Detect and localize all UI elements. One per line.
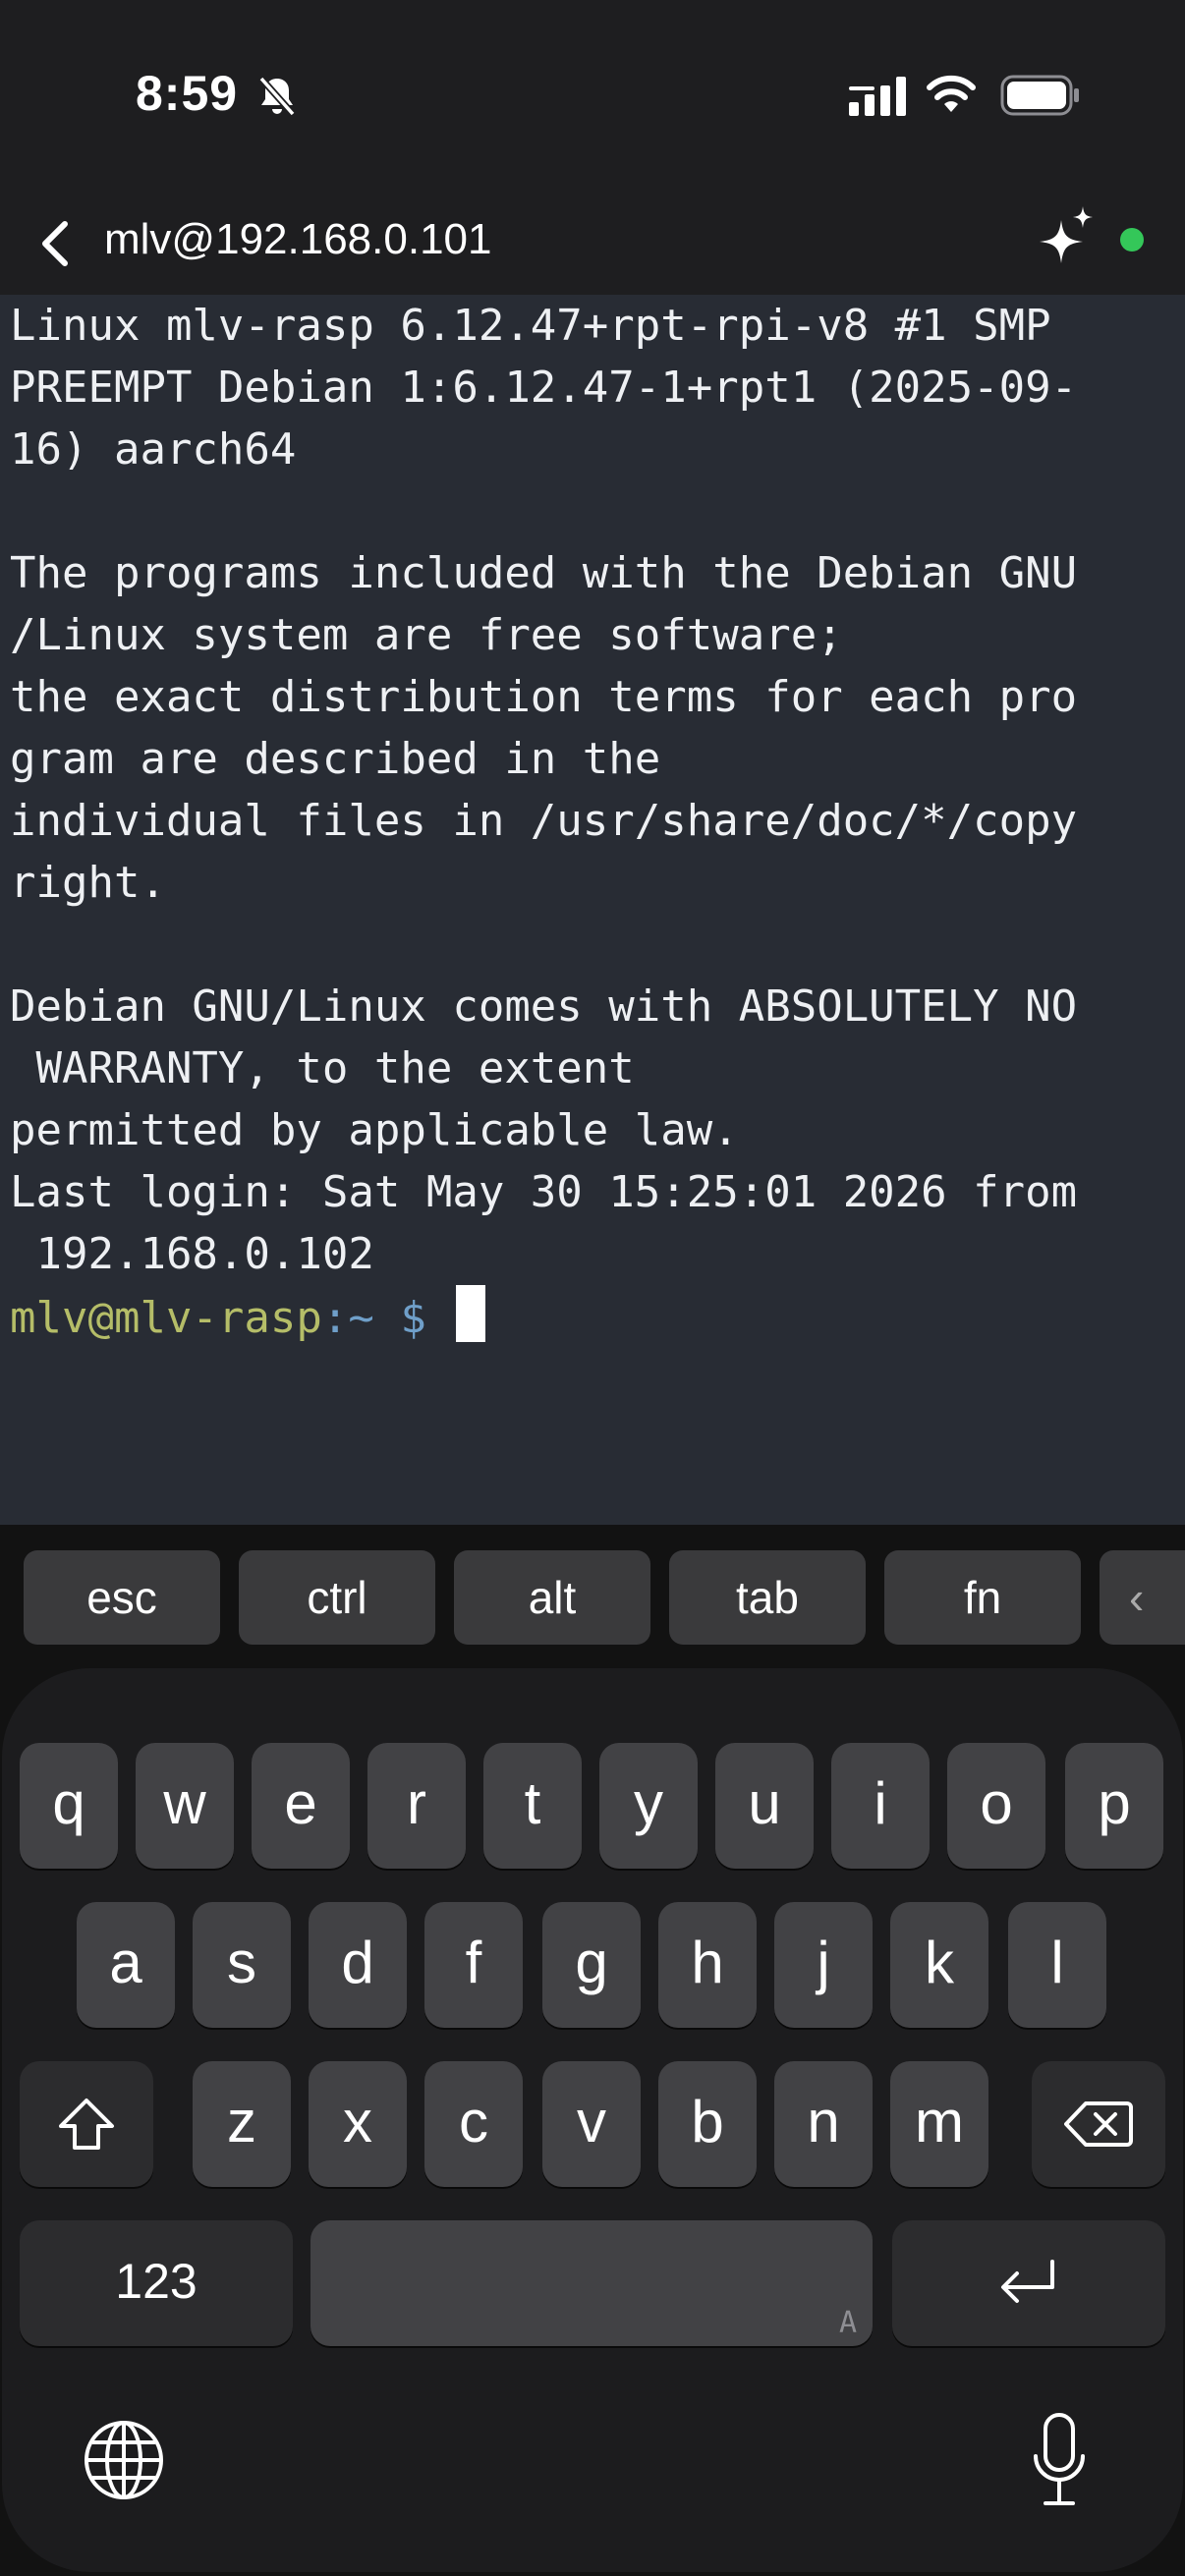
- cellular-signal-icon: [849, 77, 906, 116]
- tab-key[interactable]: tab: [669, 1550, 866, 1645]
- key-e[interactable]: e: [252, 1743, 350, 1869]
- arrow-key[interactable]: ‹: [1100, 1550, 1185, 1645]
- chevron-left-icon[interactable]: [35, 216, 75, 271]
- ctrl-key[interactable]: ctrl: [239, 1550, 435, 1645]
- key-o[interactable]: o: [947, 1743, 1045, 1869]
- status-bar: 8:59: [0, 0, 1185, 196]
- terminal-cursor: [456, 1285, 486, 1342]
- terminal-line: the exact distribution terms for each pr…: [10, 672, 1078, 722]
- shift-icon: [59, 2099, 114, 2150]
- alt-key[interactable]: alt: [454, 1550, 650, 1645]
- key-j[interactable]: j: [774, 1902, 873, 2028]
- terminal-line: individual files in /usr/share/doc/*/cop…: [10, 796, 1078, 846]
- terminal-line: Linux mlv-rasp 6.12.47+rpt-rpi-v8 #1 SMP: [10, 301, 1051, 351]
- terminal-line: 16) aarch64: [10, 424, 297, 475]
- key-p[interactable]: p: [1065, 1743, 1163, 1869]
- terminal-line: The programs included with the Debian GN…: [10, 548, 1078, 598]
- terminal-line: Last login: Sat May 30 15:25:01 2026 fro…: [10, 1167, 1078, 1217]
- key-f[interactable]: f: [424, 1902, 523, 2028]
- terminal-line: right.: [10, 858, 166, 908]
- terminal-line: 192.168.0.102: [10, 1229, 374, 1279]
- key-r[interactable]: r: [367, 1743, 466, 1869]
- return-icon: [1001, 2260, 1054, 2303]
- key-l[interactable]: l: [1008, 1902, 1106, 2028]
- key-s[interactable]: s: [193, 1902, 291, 2028]
- prompt-path: :~ $: [321, 1293, 426, 1343]
- key-c[interactable]: c: [424, 2061, 523, 2187]
- backspace-icon: [1064, 2101, 1133, 2147]
- prompt-line: mlv@mlv-rasp:~ $: [10, 1285, 1175, 1347]
- shift-key[interactable]: [20, 2061, 153, 2187]
- key-u[interactable]: u: [715, 1743, 814, 1869]
- wifi-icon: [927, 75, 976, 112]
- globe-icon[interactable]: [83, 2419, 165, 2501]
- key-w[interactable]: w: [136, 1743, 234, 1869]
- key-i[interactable]: i: [831, 1743, 930, 1869]
- key-g[interactable]: g: [542, 1902, 641, 2028]
- return-key[interactable]: [892, 2220, 1165, 2346]
- key-n[interactable]: n: [774, 2061, 873, 2187]
- numbers-key[interactable]: 123: [20, 2220, 293, 2346]
- space-key[interactable]: A: [310, 2220, 873, 2346]
- terminal-line: WARRANTY, to the extent: [10, 1043, 635, 1093]
- key-d[interactable]: d: [309, 1902, 407, 2028]
- connection-host-title: mlv@192.168.0.101: [104, 215, 492, 263]
- key-h[interactable]: h: [658, 1902, 757, 2028]
- key-a[interactable]: a: [77, 1902, 175, 2028]
- terminal-line: Debian GNU/Linux comes with ABSOLUTELY N…: [10, 981, 1078, 1032]
- key-x[interactable]: x: [309, 2061, 407, 2187]
- backspace-key[interactable]: [1032, 2061, 1165, 2187]
- terminal-line: PREEMPT Debian 1:6.12.47-1+rpt1 (2025-09…: [10, 363, 1078, 413]
- prompt-user: mlv@mlv-rasp: [10, 1293, 322, 1343]
- connection-status-dot: [1120, 228, 1144, 252]
- esc-key[interactable]: esc: [24, 1550, 220, 1645]
- fn-key[interactable]: fn: [884, 1550, 1081, 1645]
- terminal-line: /Linux system are free software;: [10, 610, 843, 660]
- bell-slash-icon: [258, 76, 296, 117]
- key-b[interactable]: b: [658, 2061, 757, 2187]
- microphone-icon[interactable]: [1030, 2411, 1089, 2509]
- key-z[interactable]: z: [193, 2061, 291, 2187]
- key-k[interactable]: k: [890, 1902, 988, 2028]
- extra-keys-bar: esc ctrl alt tab fn ‹: [0, 1525, 1185, 1662]
- status-time: 8:59: [136, 66, 239, 121]
- key-q[interactable]: q: [20, 1743, 118, 1869]
- key-m[interactable]: m: [890, 2061, 988, 2187]
- terminal-line: permitted by applicable law.: [10, 1105, 739, 1155]
- key-y[interactable]: y: [599, 1743, 698, 1869]
- key-t[interactable]: t: [483, 1743, 582, 1869]
- key-v[interactable]: v: [542, 2061, 641, 2187]
- terminal-line: gram are described in the: [10, 734, 661, 784]
- sparkles-icon[interactable]: [1036, 204, 1099, 271]
- space-key-hint: A: [838, 2306, 857, 2340]
- battery-icon: [1000, 75, 1079, 116]
- terminal-output[interactable]: Linux mlv-rasp 6.12.47+rpt-rpi-v8 #1 SMP…: [0, 295, 1185, 1525]
